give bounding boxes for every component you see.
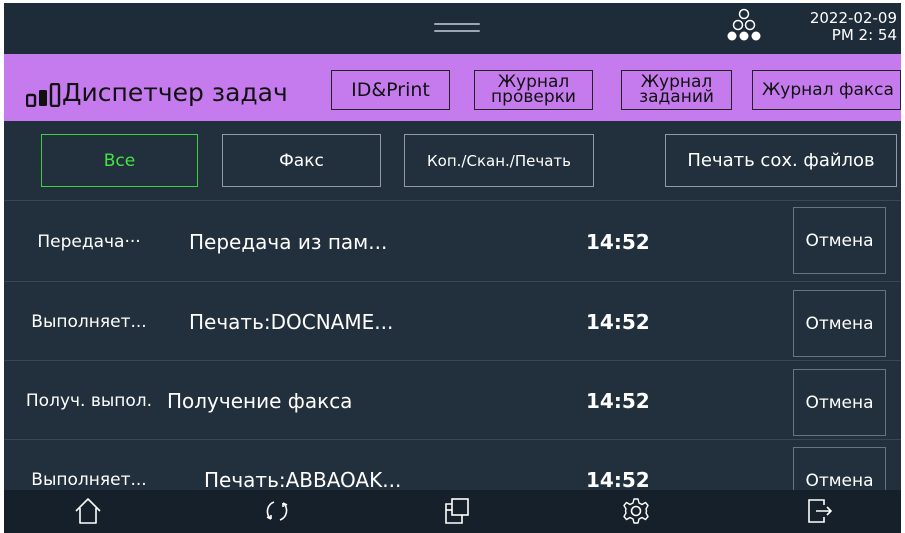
filter-copy-scan-print-label: Коп./Скан./Печать (427, 151, 571, 170)
filter-fax-button[interactable]: Факс (222, 134, 381, 187)
filter-fax-label: Факс (279, 150, 324, 171)
time-text: PM 2: 54 (831, 26, 897, 44)
job-time: 14:52 (586, 230, 650, 254)
settings-gear-icon[interactable] (621, 496, 651, 526)
job-log-button[interactable]: Журнал заданий (621, 70, 732, 110)
cancel-button[interactable]: Отмена (793, 290, 886, 357)
filter-all-label: Все (103, 150, 136, 171)
audit-log-label-2: проверки (491, 87, 576, 107)
home-icon[interactable] (73, 496, 103, 526)
job-row[interactable]: Получ. выпол. Получение факса 14:52 Отме… (4, 360, 901, 440)
job-name: Печать:ABBAOAK... (204, 468, 402, 492)
datetime: 2022-02-09 PM 2: 54 (810, 10, 897, 44)
drag-handle-icon[interactable] (434, 23, 480, 35)
job-time: 14:52 (586, 389, 650, 413)
bar-signal-icon (26, 83, 61, 107)
id-print-label: ID&Print (351, 79, 430, 101)
filter-all-button[interactable]: Все (41, 134, 198, 187)
copy-windows-icon[interactable] (442, 496, 472, 526)
job-row[interactable]: Выполняет... Печать:DOCNAME... 14:52 Отм… (4, 281, 901, 361)
id-print-button[interactable]: ID&Print (331, 70, 450, 110)
filter-print-saved-label: Печать сох. файлов (687, 150, 875, 171)
job-time: 14:52 (586, 310, 650, 334)
filter-print-saved-button[interactable]: Печать сох. файлов (665, 134, 897, 187)
job-status: Выполняет... (31, 312, 147, 332)
fax-log-label: Журнал факса (762, 80, 894, 100)
job-status: Передача··· (37, 232, 141, 252)
job-name: Получение факса (167, 389, 353, 413)
job-name: Печать:DOCNAME... (189, 310, 394, 334)
job-time: 14:52 (586, 468, 650, 492)
bottom-nav (4, 490, 901, 533)
refresh-icon[interactable] (262, 496, 292, 526)
fax-log-button[interactable]: Журнал факса (752, 70, 901, 110)
network-tree-icon (727, 8, 761, 41)
cancel-button[interactable]: Отмена (793, 207, 886, 274)
status-bar: 2022-02-09 PM 2: 54 (4, 3, 901, 54)
job-status: Выполняет... (31, 470, 147, 490)
page-title: Диспетчер задач (62, 78, 288, 107)
job-name: Передача из пам... (189, 230, 388, 254)
filter-copy-scan-print-button[interactable]: Коп./Скан./Печать (404, 134, 594, 187)
audit-log-button[interactable]: Журнал проверки (474, 70, 593, 110)
job-log-label-2: заданий (639, 87, 714, 107)
job-status: Получ. выпол. (25, 391, 153, 411)
exit-icon[interactable] (804, 496, 834, 526)
date-text: 2022-02-09 (809, 9, 897, 27)
screen: 2022-02-09 PM 2: 54 Диспетчер задач ID&P… (4, 3, 901, 533)
job-row[interactable]: Передача··· Передача из пам... 14:52 Отм… (4, 202, 901, 282)
cancel-button[interactable]: Отмена (793, 369, 886, 436)
